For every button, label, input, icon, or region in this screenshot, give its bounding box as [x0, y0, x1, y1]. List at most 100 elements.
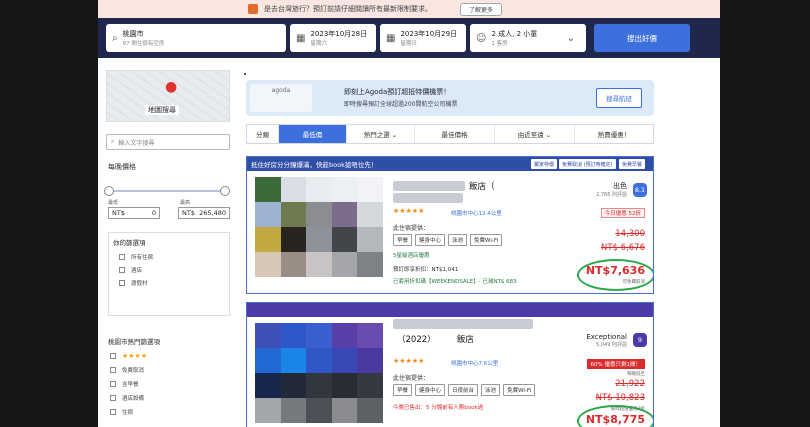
checkbox[interactable]	[110, 381, 116, 387]
hotel-search-page: 是去台灣旅行？預訂前請仔細閱讀所有最新限制要求。 了解更多 ⌕ 桃園市 97 間…	[98, 0, 720, 427]
right-dark-margin	[720, 0, 810, 427]
min-label: 最低	[108, 200, 119, 206]
notice-text: 是去台灣旅行？預訂前請仔細閱讀所有最新限制要求。	[264, 5, 432, 13]
checkbox[interactable]	[119, 254, 125, 260]
checkin-field[interactable]: ▦ 2023年10月28日 星期六	[290, 24, 376, 52]
price-slider[interactable]	[104, 186, 230, 196]
search-flights-button[interactable]: 搜尋航班	[596, 88, 642, 108]
card-tag: 獨家特價	[531, 159, 558, 169]
star-rating: ★★★★★	[393, 357, 425, 365]
checkbox[interactable]	[110, 409, 116, 415]
min-price-input[interactable]: NT$ 0	[108, 207, 160, 219]
checkbox[interactable]	[110, 353, 116, 359]
filter-free-cancel[interactable]: 免費取消	[110, 366, 232, 374]
review-summary: 出色 2,766 則評語	[596, 182, 627, 198]
card-tag: 免費早餐	[619, 159, 646, 169]
hotel-card[interactable]: （2022） 飯店 ★★★★★ 桃園市中心7.6公里 此住宿提供： 早餐 健身中…	[246, 302, 654, 427]
amenity-chip: 泳池	[481, 384, 501, 396]
search-icon: ⌕	[112, 32, 118, 44]
deal-badge: 今日優惠 52折	[600, 208, 645, 218]
checkout-date: 2023年10月29日	[400, 30, 458, 38]
tab-lowest-price[interactable]: 最低價	[279, 125, 347, 143]
map-pin-icon: ●	[165, 79, 178, 95]
flight-promo-banner: agoda 即刻上Agoda預訂超抵特價機票！ 即時搜尋預訂全球超過200間航空…	[246, 80, 654, 116]
hotel-name-blurred	[393, 319, 533, 329]
filter-facilities[interactable]: 酒店設備	[110, 394, 232, 402]
person-icon: ☺	[476, 32, 487, 44]
hotel-name-blurred	[393, 193, 463, 203]
tab-popular[interactable]: 熱門之選 ⌄	[347, 125, 415, 143]
original-price: NT$ 6,676	[601, 243, 645, 253]
checkin-day: 星期六	[310, 41, 327, 47]
coupon-note: 已套用折扣碼【WEEKENDSALE】- 已減NT$ 683	[393, 279, 517, 285]
amenity-chip: 泳池	[448, 234, 468, 246]
card-header: 抵住好房分分鐘爆滿，快趁book搶唔位先！ 獨家特價 免費取消 (預訂時確定) …	[247, 157, 653, 171]
text-search-input[interactable]: ⌕ 輸入文字搜尋	[106, 134, 230, 150]
min-price-value: 0	[151, 209, 156, 217]
search-button[interactable]: 搜出好價	[594, 24, 690, 52]
price-title: 每晚價格	[108, 163, 136, 171]
amenity-chips: 早餐 健身中心 泳池 免費Wi-Fi	[393, 234, 503, 246]
original-price: 21,922	[615, 379, 645, 389]
tab-best-price[interactable]: 最佳價格	[415, 125, 495, 143]
destination-field[interactable]: ⌕ 桃園市 97 間住宿有空房	[106, 24, 286, 52]
tab-sort-label: 分類	[247, 125, 279, 143]
amenity-chip: 早餐	[393, 384, 413, 396]
star-rating: ★★★★★	[393, 207, 425, 215]
currency-label: NT$	[112, 209, 125, 217]
tab-distance[interactable]: 由近至遠 ⌄	[495, 125, 575, 143]
tab-hot-deals[interactable]: 熱賣優惠！	[575, 125, 653, 143]
hotel-location[interactable]: 桃園市中心12.4公里	[451, 209, 502, 217]
max-label: 最高	[180, 200, 191, 206]
chevron-down-icon: ⌄	[566, 32, 575, 44]
popular-title: 桃園市熱門篩選項	[108, 338, 160, 346]
hotel-card[interactable]: 抵住好房分分鐘爆滿，快趁book搶唔位先！ 獨家特價 免費取消 (預訂時確定) …	[246, 156, 654, 294]
guests-field[interactable]: ☺ 2 成人, 2 小童 1 客房 ⌄	[470, 24, 586, 52]
amenities-label: 此住宿提供：	[393, 225, 430, 232]
deal-sub: 每晚低至	[627, 372, 645, 377]
original-price: 14,300	[615, 229, 645, 239]
hotel-name[interactable]: （2022） 飯店	[397, 333, 474, 345]
card-tag: 免費取消 (預訂時確定)	[559, 159, 616, 169]
map-preview[interactable]: ● 地圖搜尋	[106, 70, 230, 122]
checkin-date: 2023年10月28日	[310, 30, 368, 38]
checkout-day: 星期日	[400, 41, 417, 47]
hotel-location[interactable]: 桃園市中心7.6公里	[451, 359, 498, 367]
destination-count: 97 間住宿有空房	[122, 41, 165, 47]
checkbox[interactable]	[110, 367, 116, 373]
hotel-name[interactable]: 飯店（	[469, 180, 495, 192]
amenity-chip: 早餐	[393, 234, 413, 246]
amenity-chips: 早餐 健身中心 日夜前台 泳池 免費Wi-Fi	[393, 384, 536, 396]
hotel-name-blurred	[393, 181, 465, 191]
max-price-input[interactable]: NT$ 265,480	[178, 207, 230, 219]
booking-urgency-note: 今晚已售出：5 分鐘前有人剛book過	[393, 405, 484, 411]
deal-badge: 60% 優惠只剩1間！	[586, 359, 645, 369]
slider-max-handle[interactable]	[220, 186, 230, 196]
left-dark-margin	[0, 0, 98, 427]
filter-all[interactable]: 所有住宿	[119, 253, 225, 261]
amenities-label: 此住宿提供：	[393, 375, 430, 382]
calendar-icon: ▦	[386, 32, 396, 44]
hotel-photo[interactable]	[255, 323, 383, 423]
currency-label: NT$	[182, 209, 195, 217]
checkbox[interactable]	[119, 280, 125, 286]
guests-value: 2 成人, 2 小童	[491, 30, 538, 38]
map-label: 地圖搜尋	[145, 105, 179, 115]
your-filters-panel: 你的篩選項 所有住宿 酒店 渡假村	[108, 232, 230, 316]
slider-min-handle[interactable]	[104, 186, 114, 196]
filter-resort[interactable]: 渡假村	[119, 279, 225, 287]
popular-filters: 桃園市熱門篩選項 ★★★★ 免費取消 含早餐 酒店設備 住宿	[108, 336, 232, 416]
amenity-chip: 健身中心	[415, 234, 446, 246]
notice-more-button[interactable]: 了解更多	[460, 2, 503, 16]
checkbox[interactable]	[119, 267, 125, 273]
hotel-photo[interactable]	[255, 177, 383, 277]
review-summary: Exceptional 5,049 則評語	[586, 333, 627, 348]
filter-stay[interactable]: 住宿	[110, 408, 232, 416]
amenity-chip: 免費Wi-Fi	[470, 234, 503, 246]
filter-breakfast[interactable]: 含早餐	[110, 380, 232, 388]
filter-hotel[interactable]: 酒店	[119, 266, 225, 274]
promo-subline: 即時搜尋預訂全球超過200間航空公司機票	[344, 101, 458, 108]
checkout-field[interactable]: ▦ 2023年10月29日 星期日	[380, 24, 466, 52]
checkbox[interactable]	[110, 395, 116, 401]
filter-4-stars[interactable]: ★★★★	[110, 352, 232, 360]
